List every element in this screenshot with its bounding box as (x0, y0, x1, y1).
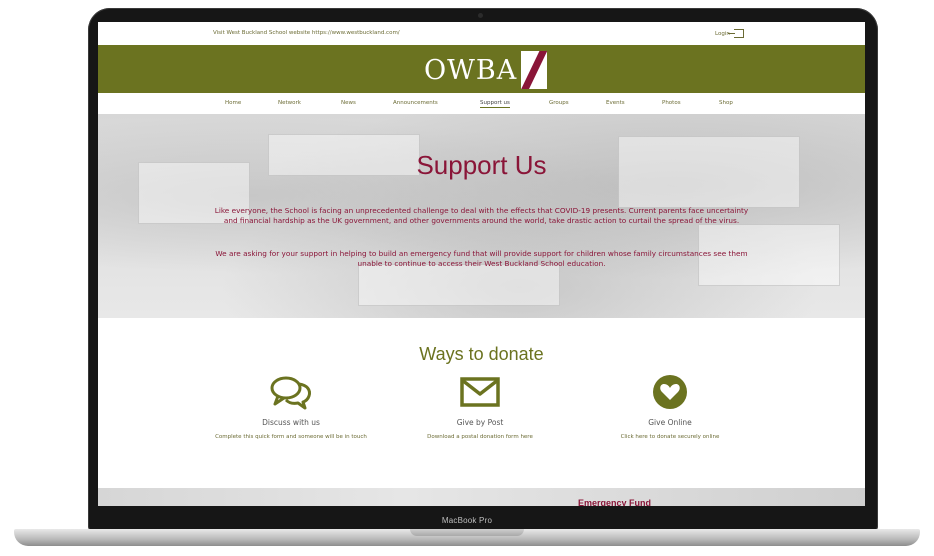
envelope-icon (385, 374, 575, 410)
site-logo[interactable]: OWBA (424, 51, 548, 89)
nav-item-groups[interactable]: Groups (549, 100, 569, 106)
donate-section-title: Ways to donate (419, 344, 544, 364)
online-heading: Give Online (648, 418, 692, 427)
nav-item-support-us[interactable]: Support us (480, 100, 510, 108)
school-website-link[interactable]: Visit West Buckland School website https… (213, 30, 400, 36)
discuss-heading: Discuss with us (262, 418, 320, 427)
nav-item-shop[interactable]: Shop (719, 100, 733, 106)
hero-paragraph-2: We are asking for your support in helpin… (215, 249, 748, 268)
laptop-base-notch (410, 529, 524, 536)
nav-item-network[interactable]: Network (278, 100, 301, 106)
logo-text: OWBA (424, 54, 518, 86)
heart-circle-icon (575, 374, 765, 410)
page-title: Support Us (416, 150, 547, 180)
emergency-fund-heading: Emergency Fund (578, 498, 652, 506)
next-section-background (98, 488, 865, 506)
camera-dot (478, 13, 483, 18)
nav-item-photos[interactable]: Photos (662, 100, 681, 106)
post-description: Download a postal donation form here (427, 434, 533, 440)
nav-item-home[interactable]: Home (225, 100, 241, 106)
login-icon (727, 29, 744, 38)
post-heading: Give by Post (456, 418, 504, 427)
nav-item-events[interactable]: Events (606, 100, 625, 106)
nav-item-news[interactable]: News (341, 100, 356, 106)
hero-paragraph-1: Like everyone, the School is facing an u… (214, 206, 749, 225)
top-bar: Visit West Buckland School website https… (98, 22, 865, 45)
donate-option-discuss[interactable]: Discuss with us Complete this quick form… (196, 374, 386, 441)
nav-item-announcements[interactable]: Announcements (393, 100, 438, 106)
header-banner: OWBA (98, 45, 865, 93)
online-description: Click here to donate securely online (620, 434, 720, 440)
background-building (358, 264, 560, 306)
logo-slash-icon (521, 51, 548, 89)
login-link[interactable]: Login (715, 29, 744, 38)
discuss-description: Complete this quick form and someone wil… (215, 434, 367, 440)
browser-screen: Visit West Buckland School website https… (98, 22, 865, 506)
chat-bubbles-icon (196, 374, 386, 410)
donate-option-post[interactable]: Give by Post Download a postal donation … (385, 374, 575, 441)
hero-section: Support Us Like everyone, the School is … (98, 114, 865, 318)
main-nav: Home Network News Announcements Support … (98, 93, 865, 115)
donate-option-online[interactable]: Give Online Click here to donate securel… (575, 374, 765, 441)
device-label: MacBook Pro (441, 516, 493, 525)
